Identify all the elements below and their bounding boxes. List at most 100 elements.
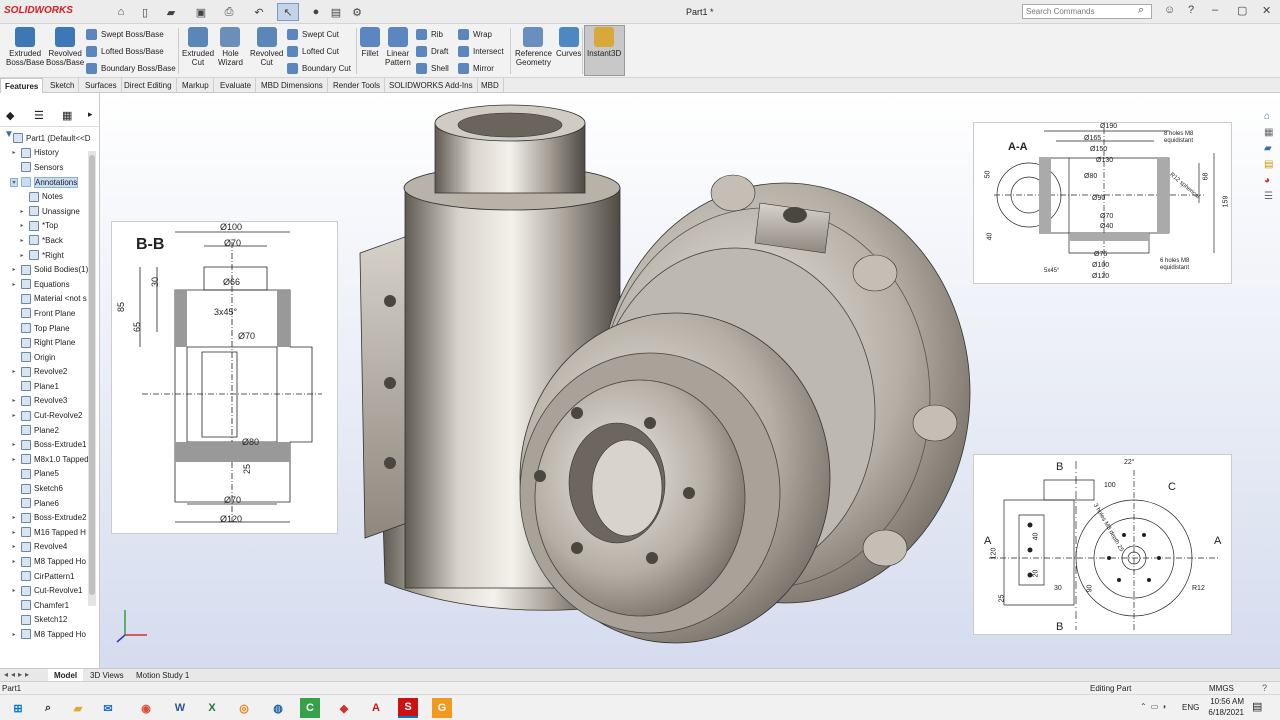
linear-pattern-button[interactable]: Linear Pattern	[385, 27, 411, 67]
blender-taskbar-icon[interactable]: ◎	[234, 698, 254, 718]
print-icon[interactable]: ⎙	[218, 3, 240, 21]
tree-item[interactable]: ▸ Revolve4	[2, 540, 96, 555]
notifications-icon[interactable]: ▤	[1252, 700, 1262, 713]
extruded-cut-button[interactable]: Extruded Cut	[182, 27, 214, 67]
graphics-viewport[interactable]: ⌕⊡↶◫▣◧◉◕▭⊞ ⧉▭⧉✕ ⌂ ▦ ▰ ▤ ◕ ☰	[100, 93, 1280, 668]
tab-solidworks-add-ins[interactable]: SOLIDWORKS Add-Ins	[385, 78, 478, 93]
tree-item[interactable]: Sketch12	[2, 613, 96, 628]
windows-search-icon[interactable]: ⌕	[38, 698, 58, 718]
tree-item[interactable]: ▾ Annotations	[2, 175, 96, 190]
swept-cut-button[interactable]: Swept Cut	[287, 27, 339, 41]
tree-item[interactable]: Sensors	[2, 160, 96, 175]
tree-scrollbar-thumb[interactable]	[89, 155, 95, 595]
appearances-icon[interactable]: ◕	[1264, 175, 1280, 191]
open-folder-icon[interactable]: ▰	[160, 3, 182, 21]
tree-item[interactable]: ▸ History	[2, 146, 96, 161]
undo-icon[interactable]: ↶	[248, 3, 270, 21]
tree-item[interactable]: CirPattern1	[2, 569, 96, 584]
tab-sketch[interactable]: Sketch	[46, 78, 80, 93]
expand-arrow-icon[interactable]: ▸	[10, 412, 18, 419]
file-explorer-taskbar-icon[interactable]: ▰	[68, 698, 88, 718]
lofted-cut-button[interactable]: Lofted Cut	[287, 44, 339, 58]
user-icon[interactable]: ☺	[1164, 4, 1175, 16]
intersect-button[interactable]: Intersect	[458, 44, 504, 58]
snagit-taskbar-icon[interactable]: G	[432, 698, 452, 718]
tab-evaluate[interactable]: Evaluate	[216, 78, 257, 93]
tree-item[interactable]: ▸ Boss-Extrude1	[2, 437, 96, 452]
file-properties-icon[interactable]: ▤	[325, 3, 347, 21]
expand-arrow-icon[interactable]: ▸	[10, 266, 18, 273]
tree-scrollbar[interactable]	[88, 151, 96, 606]
tree-item[interactable]: ▸ M8 Tapped Ho	[2, 627, 96, 642]
expand-arrow-icon[interactable]: ▸	[10, 149, 18, 156]
new-document-icon[interactable]: ▯	[134, 3, 156, 21]
tree-item[interactable]: ▸ Unassigne	[2, 204, 96, 219]
expand-arrow-icon[interactable]: ▸	[18, 222, 26, 229]
view-palette-icon[interactable]: ▤	[1264, 159, 1280, 175]
autocad-taskbar-icon[interactable]: A	[366, 698, 386, 718]
custom-properties-icon[interactable]: ☰	[1264, 191, 1280, 207]
draft-button[interactable]: Draft	[416, 44, 448, 58]
save-icon[interactable]: ▣	[190, 3, 212, 21]
tab-markup[interactable]: Markup	[178, 78, 214, 93]
excel-taskbar-icon[interactable]: X	[202, 698, 222, 718]
tab-scroll-arrows[interactable]: ◂◂▸▸	[4, 670, 32, 679]
tree-item[interactable]: ▸ *Back	[2, 233, 96, 248]
expand-arrow-icon[interactable]: ▸	[10, 543, 18, 550]
maximize-icon[interactable]: ▢	[1237, 4, 1247, 17]
home-icon[interactable]: ⌂	[110, 3, 132, 21]
expand-arrow-icon[interactable]: ▸	[10, 456, 18, 463]
extruded-boss-button[interactable]: Extruded Boss/Base	[6, 27, 44, 67]
expand-arrow-icon[interactable]: ▸	[10, 631, 18, 638]
configuration-manager-tab-icon[interactable]: ▦	[62, 109, 72, 122]
expand-arrow-icon[interactable]: ▸	[10, 281, 18, 288]
app-taskbar-icon[interactable]: ◍	[268, 698, 288, 718]
clock-time[interactable]: 10:56 AM	[1204, 697, 1244, 706]
tree-item[interactable]: ▸ Revolve3	[2, 394, 96, 409]
windows-start-icon[interactable]: ⊞	[8, 698, 28, 718]
expand-arrow-icon[interactable]: ▸	[10, 529, 18, 536]
feature-manager-tab-icon[interactable]: ◆	[6, 109, 14, 122]
fillet-button[interactable]: Fillet	[360, 27, 380, 58]
tree-item[interactable]: Right Plane	[2, 335, 96, 350]
tree-item[interactable]: Material <not s	[2, 292, 96, 307]
minimize-icon[interactable]: –	[1212, 4, 1218, 16]
expand-arrow-icon[interactable]: ▸	[18, 237, 26, 244]
tree-item[interactable]: ▸ Cut-Revolve2	[2, 408, 96, 423]
status-units[interactable]: MMGS	[1209, 684, 1234, 693]
boundary-boss-button[interactable]: Boundary Boss/Base	[86, 61, 176, 75]
options-gear-icon[interactable]: ⚙	[346, 3, 368, 21]
rib-button[interactable]: Rib	[416, 27, 443, 41]
autodesk-taskbar-icon[interactable]: ◆	[334, 698, 354, 718]
expand-arrow-icon[interactable]: ▸	[18, 252, 26, 259]
traffic-light-icon[interactable]: ●	[305, 3, 327, 21]
system-tray-icons[interactable]: ⌃▭◗	[1140, 702, 1171, 711]
tree-item[interactable]: Plane1	[2, 379, 96, 394]
expand-arrow-icon[interactable]: ▸	[10, 368, 18, 375]
tree-item[interactable]: ▸ Equations	[2, 277, 96, 292]
tree-item[interactable]: Top Plane	[2, 321, 96, 336]
word-taskbar-icon[interactable]: W	[170, 698, 190, 718]
tab-direct-editing[interactable]: Direct Editing	[120, 78, 177, 93]
revolved-cut-button[interactable]: Revolved Cut	[250, 27, 283, 67]
reference-geometry-button[interactable]: Reference Geometry	[515, 27, 552, 67]
instant3d-button[interactable]: Instant3D	[587, 27, 621, 58]
tree-item[interactable]: Plane2	[2, 423, 96, 438]
tab-mbd[interactable]: MBD	[477, 78, 504, 93]
tree-item[interactable]: Plane5	[2, 467, 96, 482]
tree-item[interactable]: ▸ Cut-Revolve1	[2, 583, 96, 598]
tree-item[interactable]: Chamfer1	[2, 598, 96, 613]
boundary-cut-button[interactable]: Boundary Cut	[287, 61, 351, 75]
tree-item[interactable]: ▸ *Right	[2, 248, 96, 263]
panel-more-icon[interactable]: ▸	[88, 109, 93, 120]
tree-item[interactable]: Part1 (Default<<D	[2, 131, 96, 146]
expand-arrow-icon[interactable]: ▸	[10, 397, 18, 404]
chrome-taskbar-icon[interactable]: ◉	[136, 698, 156, 718]
tree-item[interactable]: ▸ Solid Bodies(1)	[2, 262, 96, 277]
tree-item[interactable]: ▸ M8x1.0 Tapped	[2, 452, 96, 467]
mail-taskbar-icon[interactable]: ✉	[98, 698, 118, 718]
resources-home-icon[interactable]: ⌂	[1264, 111, 1280, 127]
lofted-boss-button[interactable]: Lofted Boss/Base	[86, 44, 164, 58]
expand-arrow-icon[interactable]: ▸	[10, 587, 18, 594]
camtasia-taskbar-icon[interactable]: C	[300, 698, 320, 718]
